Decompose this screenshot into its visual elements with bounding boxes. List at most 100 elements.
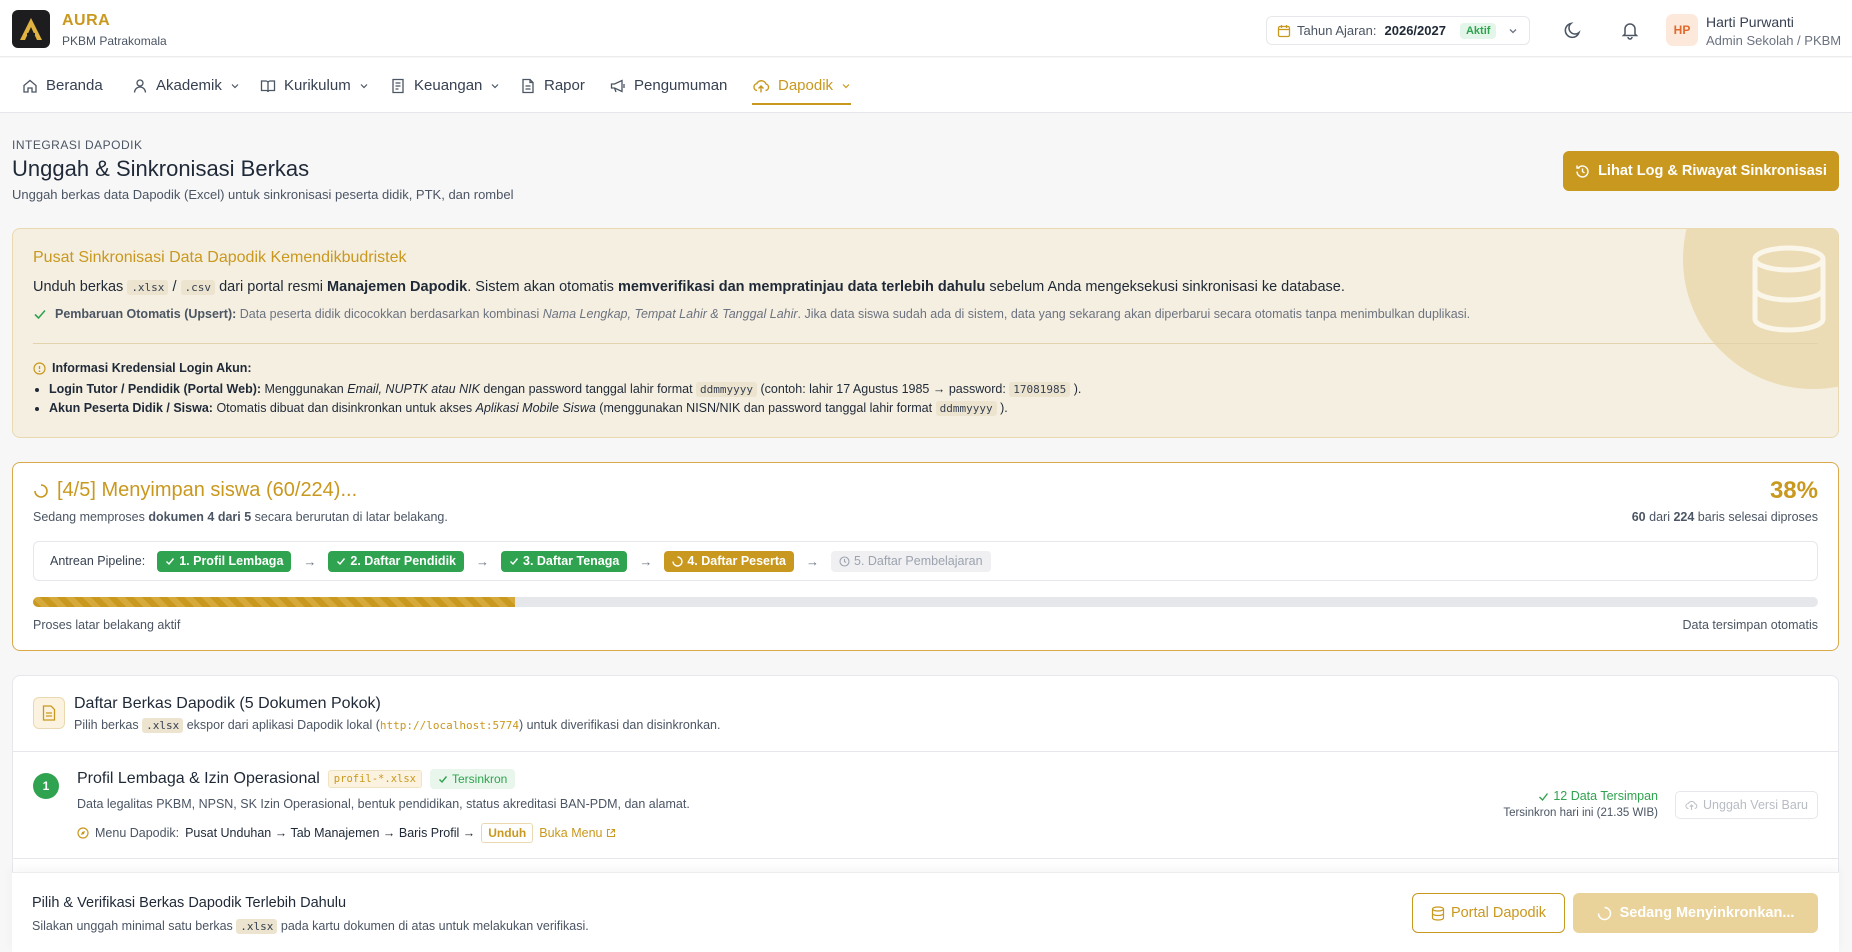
megaphone-icon bbox=[610, 78, 625, 93]
chevron-down-icon bbox=[491, 83, 499, 88]
user-menu[interactable]: Harti Purwanti Admin Sekolah / PKBM bbox=[1706, 14, 1841, 48]
document-description: Data legalitas PKBM, NPSN, SK Izin Opera… bbox=[77, 797, 690, 811]
database-icon bbox=[1752, 245, 1826, 333]
nav-item-beranda[interactable]: Beranda bbox=[22, 58, 103, 113]
tutor-b: Email, NUPTK atau NIK bbox=[347, 382, 480, 396]
progress-bar bbox=[33, 597, 1818, 607]
dark-mode-toggle[interactable] bbox=[1563, 20, 1583, 40]
pipeline-label: Antrean Pipeline: bbox=[50, 554, 146, 568]
portal-dapodik-button[interactable]: Portal Dapodik bbox=[1412, 893, 1565, 933]
upsert-label: Pembaruan Otomatis (Upsert): bbox=[55, 307, 237, 321]
sync-button-label: Sedang Menyinkronkan... bbox=[1619, 905, 1795, 921]
nav-label: Kurikulum bbox=[284, 77, 351, 94]
rows-total: 224 bbox=[1673, 510, 1695, 524]
student-label: Akun Peserta Didik / Siswa: bbox=[49, 401, 213, 415]
menu-label: Menu Dapodik: bbox=[95, 826, 180, 840]
history-icon bbox=[1576, 164, 1589, 178]
nav-label: Pengumuman bbox=[634, 77, 728, 94]
nav-item-pengumuman[interactable]: Pengumuman bbox=[610, 58, 727, 113]
sync-log-button[interactable]: Lihat Log & Riwayat Sinkronisasi bbox=[1563, 151, 1839, 191]
status-badge: Tersinkron bbox=[429, 769, 516, 789]
page-title: Unggah & Sinkronisasi Berkas bbox=[12, 156, 310, 181]
nav-label: Akademik bbox=[156, 77, 222, 94]
progress-rows: 60 dari 224 baris selesai diproses bbox=[1632, 510, 1818, 524]
student-format: ddmmyyyy bbox=[935, 401, 997, 416]
info-text: / bbox=[172, 279, 177, 295]
pipeline-step-1: 1. Profil Lembaga bbox=[157, 550, 292, 572]
arrow-icon: → bbox=[303, 553, 317, 569]
saved-count: 12 Data Tersimpan bbox=[1503, 789, 1658, 803]
saved-count-text: 12 Data Tersimpan bbox=[1553, 789, 1658, 803]
check-icon bbox=[34, 309, 46, 320]
progress-sub-c: secara berurutan di latar belakang. bbox=[254, 510, 448, 524]
document-icon bbox=[522, 78, 534, 93]
avatar[interactable]: HP bbox=[1666, 14, 1698, 46]
progress-title-text: [4/5] Menyimpan siswa (60/224)... bbox=[57, 479, 358, 501]
step-label: 1. Profil Lembaga bbox=[179, 554, 284, 568]
academic-year-label: Tahun Ajaran: bbox=[1297, 23, 1377, 38]
credential-list: Login Tutor / Pendidik (Portal Web): Men… bbox=[49, 382, 1081, 420]
document-pattern: profil-*.xlsx bbox=[327, 770, 422, 788]
notifications-button[interactable] bbox=[1620, 20, 1640, 40]
syncing-button[interactable]: Sedang Menyinkronkan... bbox=[1573, 893, 1818, 933]
rows-mid: dari bbox=[1649, 510, 1670, 524]
arrow-icon: → bbox=[476, 553, 489, 569]
info-strong: Manajemen Dapodik bbox=[327, 279, 468, 295]
sync-log-label: Lihat Log & Riwayat Sinkronisasi bbox=[1598, 163, 1827, 179]
upsert-a: Data peserta didik dicocokkan berdasarka… bbox=[239, 307, 540, 321]
credential-title-text: Informasi Kredensial Login Akun: bbox=[52, 361, 252, 375]
upload-new-version-button[interactable]: Unggah Versi Baru bbox=[1675, 791, 1818, 819]
compass-icon bbox=[77, 827, 89, 839]
files-title: Daftar Berkas Dapodik (5 Dokumen Pokok) bbox=[74, 695, 381, 712]
portal-button-label: Portal Dapodik bbox=[1450, 905, 1547, 921]
info-intro: Unduh berkas .xlsx / .csv dari portal re… bbox=[33, 279, 1345, 295]
spinner-icon bbox=[34, 483, 48, 498]
info-text: Unduh berkas bbox=[33, 279, 124, 295]
info-text: . Sistem akan otomatis bbox=[467, 279, 614, 295]
open-menu-link[interactable]: Buka Menu bbox=[539, 826, 615, 840]
nav-item-akademik[interactable]: Akademik bbox=[132, 58, 240, 113]
info-title: Pusat Sinkronisasi Data Dapodik Kemendik… bbox=[33, 249, 407, 266]
tutor-label: Login Tutor / Pendidik (Portal Web): bbox=[49, 382, 262, 396]
brand-name: AURA bbox=[62, 12, 111, 29]
dapodik-local-url[interactable]: http://localhost:5774 bbox=[380, 719, 519, 732]
nav-item-rapor[interactable]: Rapor bbox=[520, 58, 585, 113]
nav-label: Keuangan bbox=[414, 77, 483, 94]
nav-item-kurikulum[interactable]: Kurikulum bbox=[260, 58, 369, 113]
rows-tail: baris selesai diproses bbox=[1697, 510, 1818, 524]
upsert-b: Nama Lengkap, Tempat Lahir & Tanggal Lah… bbox=[542, 307, 798, 321]
ext-xlsx: .xlsx bbox=[127, 280, 169, 295]
divider bbox=[13, 751, 1838, 752]
pipeline-step-2: 2. Daftar Pendidik bbox=[328, 550, 464, 572]
step-label: 4. Daftar Peserta bbox=[687, 554, 786, 568]
pipeline-queue: Antrean Pipeline: 1. Profil Lembaga → 2.… bbox=[33, 541, 1818, 581]
files-sub-a: Pilih berkas bbox=[74, 718, 139, 732]
check-icon bbox=[166, 558, 175, 566]
book-icon bbox=[260, 79, 276, 92]
receipt-icon bbox=[392, 78, 404, 93]
tutor-e: ). bbox=[1073, 382, 1082, 396]
progress-sub-b: dokumen 4 dari 5 bbox=[148, 510, 252, 524]
progress-percent: 38% bbox=[1769, 477, 1818, 504]
info-strong: memverifikasi dan mempratinjau data terl… bbox=[617, 279, 986, 295]
progress-bar-fill bbox=[33, 597, 515, 607]
dapodik-menu-path: Menu Dapodik: Pusat Unduhan → Tab Manaje… bbox=[77, 823, 616, 843]
verify-action-bar: Pilih & Verifikasi Berkas Dapodik Terleb… bbox=[12, 872, 1839, 952]
nav-label: Beranda bbox=[46, 77, 103, 94]
app-logo[interactable] bbox=[12, 10, 50, 48]
nav-item-dapodik[interactable]: Dapodik bbox=[752, 58, 852, 113]
chevron-down-icon bbox=[360, 83, 368, 88]
file-icon bbox=[33, 697, 65, 729]
progress-title: [4/5] Menyimpan siswa (60/224)... bbox=[33, 479, 357, 502]
document-name: Profil Lembaga & Izin Operasional bbox=[77, 770, 320, 787]
page-eyebrow: INTEGRASI DAPODIK bbox=[12, 138, 143, 152]
check-icon bbox=[438, 776, 448, 784]
menu-path: Pusat Unduhan → Tab Manajemen → Baris Pr… bbox=[185, 826, 476, 840]
status-text: Tersinkron bbox=[451, 772, 508, 786]
academic-year-select[interactable]: Tahun Ajaran: 2026/2027 Aktif bbox=[1266, 16, 1530, 45]
divider bbox=[13, 858, 1838, 859]
nav-item-keuangan[interactable]: Keuangan bbox=[390, 58, 500, 113]
tutor-format: ddmmyyyy bbox=[696, 382, 758, 397]
credential-tutor: Login Tutor / Pendidik (Portal Web): Men… bbox=[49, 382, 1082, 397]
home-icon bbox=[23, 79, 37, 93]
